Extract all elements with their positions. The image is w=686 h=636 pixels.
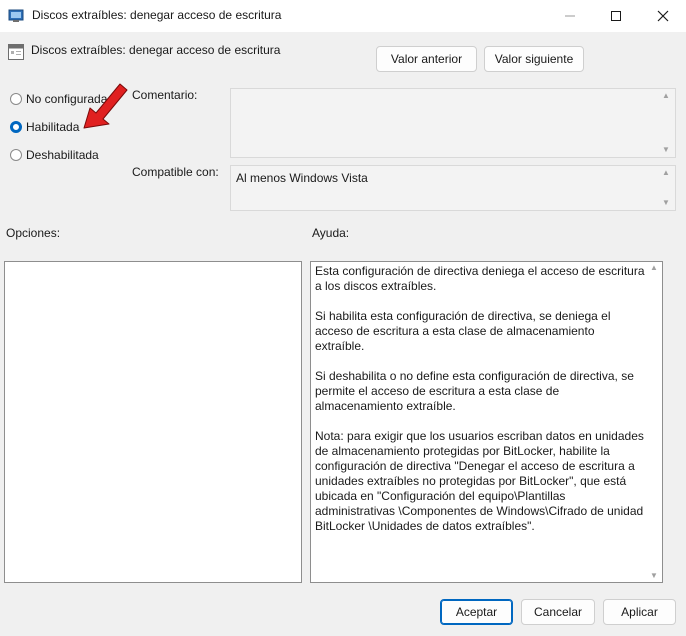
help-paragraph: Nota: para exigir que los usuarios escri…	[315, 429, 644, 533]
help-paragraph: Si habilita esta configuración de direct…	[315, 309, 611, 353]
maximize-icon	[611, 11, 621, 21]
comment-scrollbar[interactable]: ▲ ▼	[658, 90, 674, 156]
scroll-up-icon[interactable]: ▲	[650, 262, 658, 274]
help-label: Ayuda:	[312, 226, 350, 240]
help-scrollbar[interactable]: ▲ ▼	[646, 262, 662, 582]
radio-circle[interactable]	[10, 93, 22, 105]
help-paragraph: Si deshabilita o no define esta configur…	[315, 369, 634, 413]
comment-label: Comentario:	[132, 88, 198, 102]
comment-textarea[interactable]: ▲ ▼	[230, 88, 676, 158]
annotation-arrow-icon	[83, 83, 128, 129]
radio-enabled[interactable]: Habilitada	[10, 120, 79, 134]
compatible-value: Al menos Windows Vista	[236, 171, 368, 185]
close-icon	[657, 10, 669, 22]
compatible-scrollbar[interactable]: ▲ ▼	[658, 167, 674, 209]
minimize-button[interactable]	[547, 0, 593, 32]
scroll-down-icon[interactable]: ▼	[662, 197, 670, 209]
previous-setting-button[interactable]: Valor anterior	[376, 46, 477, 72]
maximize-button[interactable]	[593, 0, 639, 32]
policy-title: Discos extraíbles: denegar acceso de esc…	[31, 43, 281, 57]
compatible-label: Compatible con:	[132, 165, 219, 179]
title-bar: Discos extraíbles: denegar acceso de esc…	[0, 0, 686, 32]
help-panel: Esta configuración de directiva deniega …	[310, 261, 663, 583]
compatible-field: Al menos Windows Vista ▲ ▼	[230, 165, 676, 211]
scroll-up-icon[interactable]: ▲	[662, 90, 670, 102]
radio-label: Deshabilitada	[26, 148, 99, 162]
radio-disabled[interactable]: Deshabilitada	[10, 148, 99, 162]
apply-button[interactable]: Aplicar	[603, 599, 676, 625]
help-paragraph: Esta configuración de directiva deniega …	[315, 264, 645, 293]
minimize-icon	[565, 15, 575, 17]
scroll-up-icon[interactable]: ▲	[662, 167, 670, 179]
options-label: Opciones:	[6, 226, 61, 240]
radio-circle-checked[interactable]	[10, 121, 22, 133]
cancel-button[interactable]: Cancelar	[521, 599, 595, 625]
options-panel	[4, 261, 302, 583]
next-setting-button[interactable]: Valor siguiente	[484, 46, 584, 72]
help-text: Esta configuración de directiva deniega …	[315, 264, 645, 549]
scroll-down-icon[interactable]: ▼	[650, 570, 658, 582]
close-button[interactable]	[640, 0, 686, 32]
scroll-down-icon[interactable]: ▼	[662, 144, 670, 156]
policy-setting-icon	[8, 44, 24, 60]
window-title: Discos extraíbles: denegar acceso de esc…	[32, 8, 282, 22]
policy-window-icon	[8, 9, 24, 22]
accept-button[interactable]: Aceptar	[440, 599, 513, 625]
radio-circle[interactable]	[10, 149, 22, 161]
radio-label: Habilitada	[26, 120, 80, 134]
